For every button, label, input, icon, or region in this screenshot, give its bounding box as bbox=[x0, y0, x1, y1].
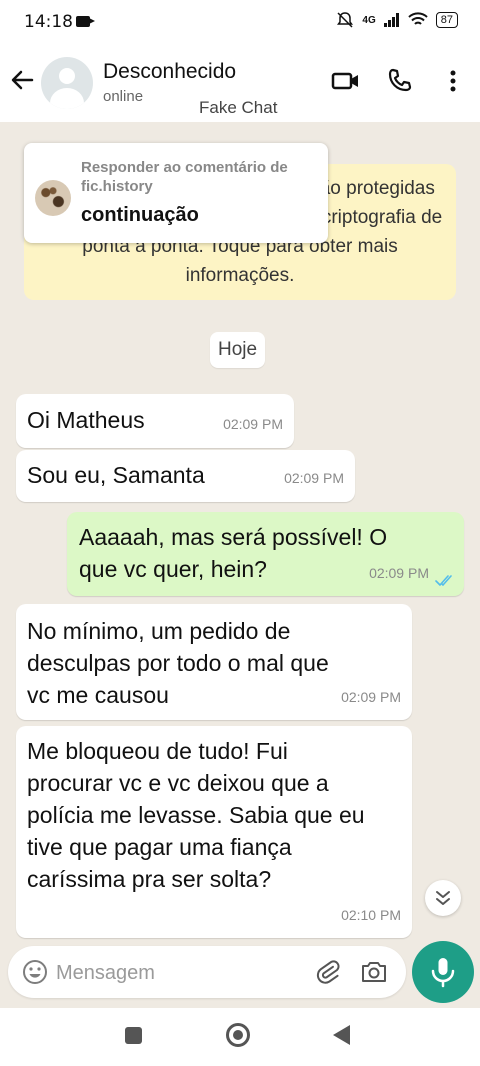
message-time: 02:10 PM bbox=[341, 907, 401, 923]
overlay-title: continuação bbox=[81, 204, 199, 226]
chat-area[interactable]: As mensagens e as chamadas são protegida… bbox=[0, 122, 480, 942]
message-bubble-outgoing[interactable]: Aaaaah, mas será possível! O que vc quer… bbox=[67, 512, 464, 596]
screen-record-icon bbox=[76, 16, 95, 27]
attach-icon[interactable] bbox=[314, 958, 342, 986]
overlay-label: Responder ao comentário de fic.history bbox=[81, 159, 288, 195]
message-bubble-incoming[interactable]: Oi Matheus 02:09 PM bbox=[16, 394, 294, 448]
message-input[interactable] bbox=[54, 956, 278, 990]
message-composer bbox=[8, 946, 406, 998]
message-text: Aaaaah, mas será possível! O que vc quer… bbox=[79, 524, 388, 582]
signal-icon bbox=[383, 13, 399, 27]
scroll-down-icon bbox=[436, 891, 450, 905]
message-time: 02:09 PM bbox=[369, 565, 429, 581]
double-check-icon bbox=[435, 575, 452, 586]
contact-avatar[interactable] bbox=[41, 57, 93, 109]
emoji-icon[interactable] bbox=[22, 959, 48, 985]
commenter-avatar bbox=[35, 180, 71, 216]
network-type: 4G bbox=[362, 14, 376, 26]
message-time: 02:09 PM bbox=[341, 689, 401, 705]
more-options-icon[interactable] bbox=[438, 66, 468, 96]
back-button[interactable] bbox=[333, 1025, 350, 1045]
message-text: Me bloqueou de tudo! Fui procurar vc e v… bbox=[27, 738, 365, 892]
wifi-icon bbox=[408, 12, 428, 25]
camera-icon[interactable] bbox=[360, 958, 388, 986]
message-bubble-incoming[interactable]: Sou eu, Samanta 02:09 PM bbox=[16, 450, 355, 502]
message-time: 02:09 PM bbox=[223, 416, 283, 432]
home-button[interactable] bbox=[226, 1023, 250, 1047]
contact-name[interactable]: Desconhecido bbox=[103, 60, 236, 84]
message-bubble-incoming[interactable]: Me bloqueou de tudo! Fui procurar vc e v… bbox=[16, 726, 412, 938]
battery-indicator: 87 bbox=[435, 12, 458, 28]
watermark: Fake Chat bbox=[199, 98, 278, 117]
status-icons: 4G 87 bbox=[336, 11, 458, 29]
phone-icon[interactable] bbox=[385, 66, 415, 96]
microphone-icon bbox=[431, 958, 455, 988]
date-separator: Hoje bbox=[210, 332, 266, 368]
status-bar: 14:18 4G 87 bbox=[0, 0, 480, 44]
video-call-icon[interactable] bbox=[331, 66, 361, 96]
contact-status: online bbox=[103, 88, 144, 105]
system-navigation-bar bbox=[0, 1008, 480, 1066]
recent-apps-button[interactable] bbox=[125, 1027, 142, 1044]
chat-header: Desconhecido online Fake Chat bbox=[0, 44, 480, 122]
status-time: 14:18 bbox=[24, 12, 73, 32]
message-time: 02:09 PM bbox=[284, 470, 344, 486]
scroll-to-bottom-button[interactable] bbox=[425, 880, 461, 916]
back-arrow-icon[interactable] bbox=[8, 66, 36, 94]
message-bubble-incoming[interactable]: No mínimo, um pedido de desculpas por to… bbox=[16, 604, 412, 720]
mute-bell-icon bbox=[337, 12, 354, 28]
message-text: No mínimo, um pedido de desculpas por to… bbox=[27, 618, 329, 708]
voice-message-button[interactable] bbox=[412, 941, 474, 1003]
reply-comment-overlay: Responder ao comentário de fic.history c… bbox=[24, 143, 328, 243]
